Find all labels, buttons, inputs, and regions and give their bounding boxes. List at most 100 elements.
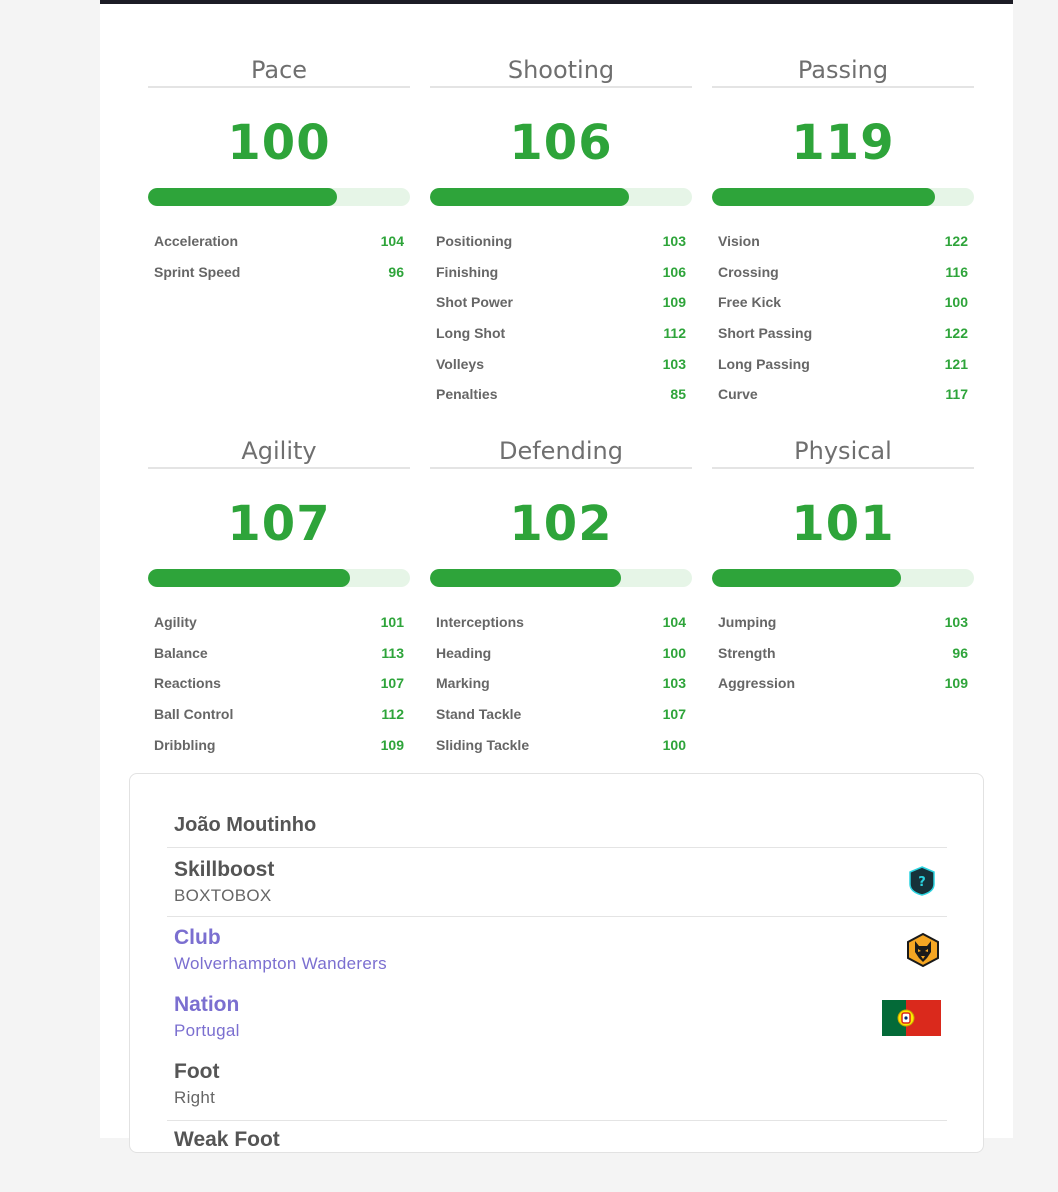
attribute-row: Sliding Tackle 100	[436, 729, 686, 760]
attribute-list: Jumping 103 Strength 96 Aggression 109	[712, 607, 974, 699]
attribute-value: 103	[662, 355, 686, 372]
attribute-value: 112	[381, 706, 404, 723]
attribute-row: Crossing 116	[718, 257, 968, 288]
attribute-row: Balance 113	[154, 638, 404, 669]
divider	[167, 916, 947, 917]
attribute-value: 100	[662, 644, 686, 661]
attribute-value: 112	[663, 325, 686, 342]
stat-value: 119	[791, 115, 895, 171]
attribute-value: 121	[944, 355, 968, 372]
attribute-list: Interceptions 104 Heading 100 Marking 103 Stan…	[430, 607, 692, 760]
attribute-label: Sliding Tackle	[436, 736, 530, 753]
attribute-row: Finishing 106	[436, 257, 686, 288]
nation-value[interactable]: Portugal	[174, 1021, 947, 1041]
attribute-value: 109	[662, 294, 686, 311]
stat-block-pace: Pace 100 Acceleration 104 Sprint Speed 96	[148, 52, 410, 287]
attribute-label: Interceptions	[436, 614, 524, 631]
stat-title: Agility	[148, 433, 410, 469]
stat-bar	[430, 188, 692, 206]
attribute-row: Short Passing 122	[718, 318, 968, 349]
attribute-row: Agility 101	[154, 607, 404, 638]
club-label[interactable]: Club	[174, 926, 947, 950]
attribute-row: Heading 100	[436, 638, 686, 669]
stat-bar	[430, 569, 692, 587]
attribute-label: Ball Control	[154, 706, 234, 723]
stat-bar	[712, 188, 974, 206]
attribute-value: 122	[944, 233, 968, 250]
foot-row: Foot Right	[174, 1060, 947, 1124]
attribute-value: 107	[662, 706, 686, 723]
attribute-value: 104	[662, 614, 686, 631]
foot-label: Foot	[174, 1060, 220, 1083]
attribute-label: Dribbling	[154, 736, 216, 753]
club-row[interactable]: Club Wolverhampton Wanderers	[174, 926, 947, 990]
stat-bar-fill	[148, 569, 350, 587]
attribute-value: 96	[388, 263, 404, 280]
attribute-list: Agility 101 Balance 113 Reactions 107 Ball Con…	[148, 607, 410, 760]
attribute-value: 103	[944, 614, 968, 631]
attribute-value: 96	[952, 644, 968, 661]
stat-bar	[148, 188, 410, 206]
attribute-label: Free Kick	[718, 294, 782, 311]
skillboost-value: BOXTOBOX	[174, 886, 272, 905]
attribute-label: Jumping	[718, 614, 777, 631]
divider	[167, 1120, 947, 1121]
question-shield-icon[interactable]: ?	[907, 866, 937, 901]
nation-row[interactable]: Nation Portugal	[174, 993, 947, 1057]
nation-label[interactable]: Nation	[174, 993, 947, 1017]
attribute-label: Acceleration	[154, 233, 239, 250]
stat-title: Pace	[148, 52, 410, 88]
attribute-label: Crossing	[718, 263, 779, 280]
attribute-row: Interceptions 104	[436, 607, 686, 638]
attribute-value: 85	[670, 386, 686, 403]
skillboost-row: Skillboost BOXTOBOX ?	[174, 858, 947, 922]
attribute-row: Volleys 103	[436, 348, 686, 379]
attribute-row: Long Passing 121	[718, 348, 968, 379]
attribute-value: 103	[662, 233, 686, 250]
attribute-value: 116	[945, 263, 968, 280]
stat-block-physical: Physical 101 Jumping 103 Strength 96 Aggressio…	[712, 433, 974, 699]
attribute-label: Long Passing	[718, 355, 810, 372]
foot-value: Right	[174, 1088, 216, 1107]
attribute-label: Short Passing	[718, 325, 813, 342]
attribute-row: Long Shot 112	[436, 318, 686, 349]
attribute-label: Long Shot	[436, 325, 506, 342]
attribute-value: 107	[380, 675, 404, 692]
attribute-label: Positioning	[436, 233, 513, 250]
stat-title: Passing	[712, 52, 974, 88]
stat-bar-fill	[430, 188, 630, 206]
stat-value: 100	[227, 115, 331, 171]
club-value[interactable]: Wolverhampton Wanderers	[174, 954, 947, 974]
player-name: João Moutinho	[174, 814, 317, 836]
header-bottom-edge	[100, 0, 1013, 4]
attribute-label: Volleys	[436, 355, 484, 372]
attribute-row: Sprint Speed 96	[154, 257, 404, 288]
stat-bar	[712, 569, 974, 587]
stat-title: Physical	[712, 433, 974, 469]
attribute-label: Shot Power	[436, 294, 514, 311]
attribute-row: Shot Power 109	[436, 287, 686, 318]
stat-bar-fill	[430, 569, 622, 587]
stat-value: 107	[227, 496, 331, 552]
attribute-value: 100	[662, 736, 686, 753]
attribute-value: 122	[944, 325, 968, 342]
stat-value: 102	[509, 496, 613, 552]
attribute-row: Aggression 109	[718, 668, 968, 699]
attribute-value: 103	[662, 675, 686, 692]
weak-foot-label: Weak Foot	[174, 1128, 280, 1151]
stat-title: Shooting	[430, 52, 692, 88]
wolves-crest-icon	[905, 932, 941, 973]
attribute-row: Free Kick 100	[718, 287, 968, 318]
attribute-label: Finishing	[436, 263, 499, 280]
attribute-row: Dribbling 109	[154, 729, 404, 760]
attribute-row: Ball Control 112	[154, 699, 404, 730]
stat-bar-fill	[712, 569, 901, 587]
stat-block-shooting: Shooting 106 Positioning 103 Finishing 106 Sho…	[430, 52, 692, 410]
stat-bar-fill	[712, 188, 935, 206]
stat-value: 101	[791, 496, 895, 552]
attribute-row: Acceleration 104	[154, 226, 404, 257]
attribute-row: Positioning 103	[436, 226, 686, 257]
attribute-list: Acceleration 104 Sprint Speed 96	[148, 226, 410, 287]
attribute-label: Agility	[154, 614, 197, 631]
attribute-row: Strength 96	[718, 638, 968, 669]
